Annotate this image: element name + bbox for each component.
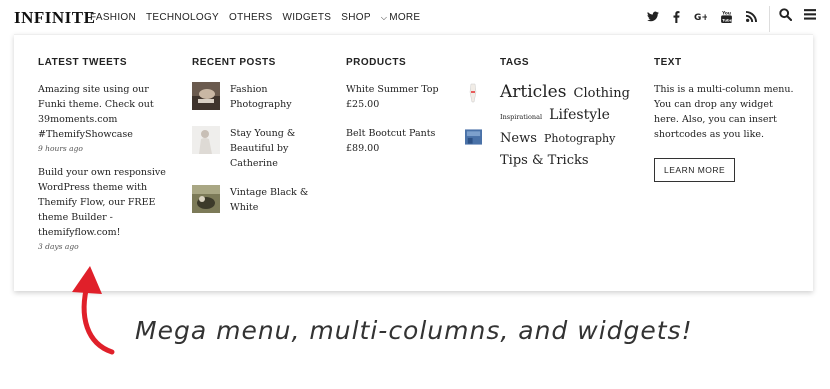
- svg-text:G+: G+: [694, 13, 707, 22]
- product-item[interactable]: Belt Bootcut Pants £89.00: [346, 126, 482, 156]
- post-thumbnail[interactable]: [192, 126, 220, 154]
- nav-more-label: MORE: [389, 12, 421, 23]
- header-tools: [779, 8, 816, 21]
- main-nav: FASHION TECHNOLOGY OTHERS WIDGETS SHOP ⌵…: [90, 12, 420, 23]
- product-image[interactable]: [464, 126, 482, 148]
- rss-icon[interactable]: [746, 11, 757, 22]
- nav-technology[interactable]: TECHNOLOGY: [146, 12, 219, 23]
- tweet-text[interactable]: Amazing site using our Funki theme. Chec…: [38, 82, 178, 142]
- post-title[interactable]: Stay Young & Beautiful by Catherine: [230, 126, 332, 171]
- tweet-text[interactable]: Build your own responsive WordPress them…: [38, 165, 178, 240]
- svg-text:You: You: [721, 10, 731, 16]
- product-item[interactable]: White Summer Top £25.00: [346, 82, 482, 112]
- widget-title: TAGS: [500, 57, 530, 68]
- nav-shop[interactable]: SHOP: [341, 12, 371, 23]
- tweet-item: Build your own responsive WordPress them…: [38, 165, 178, 251]
- facebook-icon[interactable]: [673, 10, 680, 23]
- nav-others[interactable]: OTHERS: [229, 12, 272, 23]
- widget-title: PRODUCTS: [346, 57, 407, 68]
- header-divider: [769, 6, 770, 32]
- nav-fashion[interactable]: FASHION: [90, 12, 136, 23]
- widget-title: LATEST TWEETS: [38, 57, 128, 68]
- text-widget-body: This is a multi-column menu. You can dro…: [654, 84, 794, 140]
- products-widget: PRODUCTS White Summer Top £25.00 Belt Bo…: [346, 57, 482, 170]
- search-icon[interactable]: [779, 8, 792, 21]
- chevron-down-icon: ⌵: [380, 13, 388, 22]
- latest-tweets-widget: LATEST TWEETS Amazing site using our Fun…: [38, 57, 178, 263]
- product-price: £89.00: [346, 143, 380, 154]
- learn-more-button[interactable]: LEARN MORE: [654, 158, 736, 182]
- product-name[interactable]: Belt Bootcut Pants: [346, 128, 435, 139]
- tag-link[interactable]: Inspirational: [500, 113, 542, 121]
- product-image[interactable]: [464, 82, 482, 104]
- tweet-time[interactable]: 9 hours ago: [38, 144, 178, 153]
- tag-link[interactable]: Photography: [544, 132, 615, 145]
- site-header: INFINITE FASHION TECHNOLOGY OTHERS WIDGE…: [0, 0, 830, 34]
- product-name[interactable]: White Summer Top: [346, 82, 439, 97]
- menu-icon[interactable]: [804, 9, 816, 20]
- google-plus-icon[interactable]: G+: [694, 11, 707, 22]
- nav-more[interactable]: ⌵ MORE: [381, 12, 421, 23]
- arrow-icon: [72, 266, 115, 355]
- tag-link[interactable]: Articles: [500, 82, 566, 102]
- site-logo[interactable]: INFINITE: [14, 8, 95, 28]
- post-title[interactable]: Vintage Black & White: [230, 185, 332, 215]
- tweet-time[interactable]: 3 days ago: [38, 242, 178, 251]
- product-info: Belt Bootcut Pants £89.00: [346, 126, 465, 156]
- post-item[interactable]: Vintage Black & White: [192, 185, 332, 215]
- tag-cloud: Articles Clothing Inspirational Lifestyl…: [500, 82, 640, 171]
- recent-posts-widget: RECENT POSTS Fashion Photography Stay Yo…: [192, 57, 332, 229]
- nav-widgets[interactable]: WIDGETS: [283, 12, 332, 23]
- widget-title: RECENT POSTS: [192, 57, 276, 68]
- caption-text: Mega menu, multi-columns, and widgets!: [135, 316, 693, 345]
- post-thumbnail[interactable]: [192, 82, 220, 110]
- mega-menu-panel: LATEST TWEETS Amazing site using our Fun…: [14, 34, 813, 291]
- tag-link[interactable]: News: [500, 131, 537, 146]
- post-title[interactable]: Fashion Photography: [230, 82, 332, 112]
- product-price: £25.00: [346, 99, 380, 110]
- tweet-item: Amazing site using our Funki theme. Chec…: [38, 82, 178, 153]
- youtube-icon[interactable]: You Tube: [721, 10, 732, 23]
- tag-link[interactable]: Tips & Tricks: [500, 153, 589, 168]
- tag-link[interactable]: Lifestyle: [549, 107, 610, 123]
- post-item[interactable]: Fashion Photography: [192, 82, 332, 112]
- post-thumbnail[interactable]: [192, 185, 220, 213]
- text-widget: TEXT This is a multi-column menu. You ca…: [654, 57, 794, 182]
- twitter-icon[interactable]: [647, 11, 659, 22]
- svg-text:Tube: Tube: [722, 17, 732, 22]
- social-icons: G+ YouTube: [647, 10, 757, 23]
- tag-link[interactable]: Clothing: [574, 86, 630, 101]
- product-info: White Summer Top £25.00: [346, 82, 439, 112]
- tags-widget: TAGS Articles Clothing Inspirational Lif…: [500, 57, 640, 171]
- post-item[interactable]: Stay Young & Beautiful by Catherine: [192, 126, 332, 171]
- widget-title: TEXT: [654, 57, 682, 68]
